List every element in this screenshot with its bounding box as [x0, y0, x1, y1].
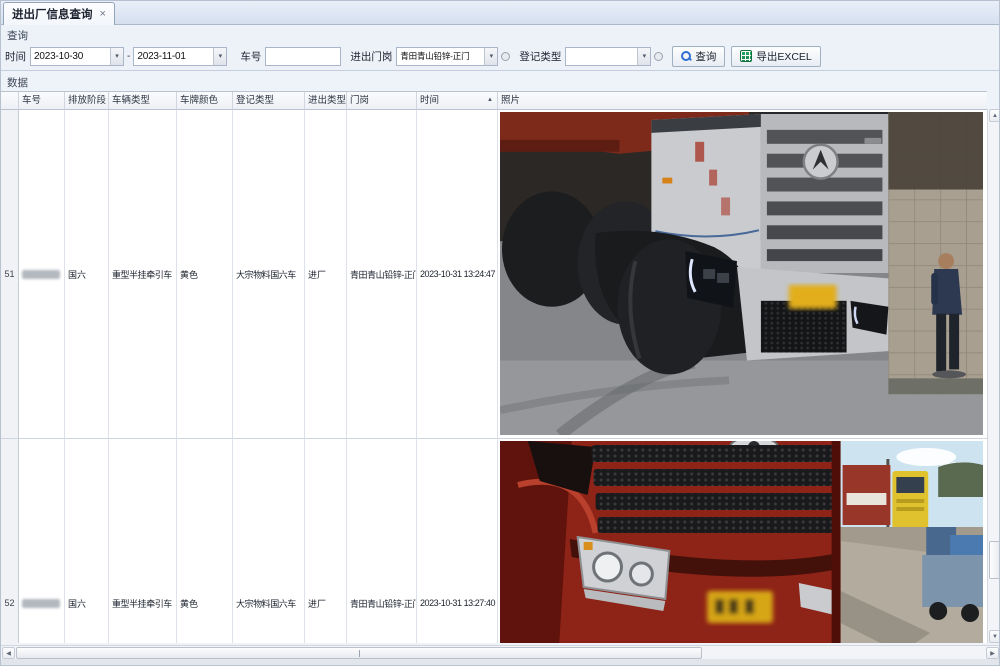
vertical-scrollbar[interactable]: ▲ ▼	[987, 109, 1000, 643]
cell-inout-type: 进厂	[305, 439, 347, 643]
table-row[interactable]: 52 国六 重型半挂牵引车 黄色 大宗物料国六车 进厂 青田青山铅锌-正门 20…	[1, 439, 987, 643]
horizontal-scroll-thumb[interactable]	[16, 647, 702, 659]
date-range-separator: -	[127, 51, 130, 62]
sort-asc-icon: ▲	[487, 92, 493, 109]
cell-plate-color: 黄色	[177, 110, 233, 439]
cell-vehicle-type: 重型半挂牵引车	[109, 110, 177, 439]
cell-emission: 国六	[65, 439, 109, 643]
excel-icon	[740, 50, 752, 62]
row-photo-silver-truck	[500, 112, 983, 435]
scroll-right-icon[interactable]: ▶	[986, 647, 999, 659]
data-grid: 车号 排放阶段 车辆类型 车牌颜色 登记类型 进出类型 门岗 时间 ▲ 照片 5…	[1, 91, 987, 643]
data-group-label: 数据	[1, 72, 1000, 88]
blurred-plate	[22, 599, 60, 608]
cell-vehicle-type: 重型半挂牵引车	[109, 439, 177, 643]
tab-entry-exit-query[interactable]: 进出厂信息查询 ×	[3, 2, 115, 25]
export-excel-button[interactable]: 导出EXCEL	[731, 46, 820, 67]
chevron-down-icon[interactable]: ▾	[484, 48, 497, 65]
cell-time: 2023-10-31 13:27:40	[417, 439, 498, 643]
plate-label: 车号	[240, 49, 261, 64]
col-header-reg-type[interactable]: 登记类型	[233, 92, 305, 110]
scroll-up-icon[interactable]: ▲	[989, 109, 1000, 122]
gate-label: 进出门岗	[350, 49, 392, 64]
scroll-left-icon[interactable]: ◀	[2, 647, 15, 659]
gate-combobox[interactable]: 青田青山铅锌-正门 ▾	[396, 47, 498, 66]
date-to-value: 2023-11-01	[137, 51, 213, 62]
status-bar	[1, 659, 1000, 666]
tab-bar: 进出厂信息查询 ×	[1, 1, 1000, 25]
row-number: 52	[1, 439, 19, 643]
search-button[interactable]: 查询	[672, 46, 725, 67]
date-from-picker[interactable]: 2023-10-30 ▾	[30, 47, 124, 66]
col-header-gate[interactable]: 门岗	[347, 92, 417, 110]
col-header-vehicle-type[interactable]: 车辆类型	[109, 92, 177, 110]
search-icon	[681, 51, 691, 61]
row-number: 51	[1, 110, 19, 439]
app-window: 进出厂信息查询 × 查询 时间 2023-10-30 ▾ - 2023-11-0…	[0, 0, 1000, 666]
cell-photo	[498, 110, 987, 439]
row-indicator-header	[1, 92, 19, 110]
time-label: 时间	[5, 49, 26, 64]
plate-input[interactable]	[265, 47, 341, 66]
query-group-label: 查询	[1, 25, 1000, 41]
col-header-emission[interactable]: 排放阶段	[65, 92, 109, 110]
gate-combo-clear-icon[interactable]	[501, 52, 510, 61]
cell-inout-type: 进厂	[305, 110, 347, 439]
col-header-photo[interactable]: 照片	[498, 92, 987, 110]
query-fields-row: 时间 2023-10-30 ▾ - 2023-11-01 ▾ 车号 进出门岗 青…	[1, 43, 1000, 69]
cell-gate: 青田青山铅锌-正门	[347, 110, 417, 439]
cell-plate-color: 黄色	[177, 439, 233, 643]
vertical-scroll-thumb[interactable]	[989, 541, 1000, 579]
regtype-label: 登记类型	[519, 49, 561, 64]
cell-reg-type: 大宗物料国六车	[233, 110, 305, 439]
col-header-inout-type[interactable]: 进出类型	[305, 92, 347, 110]
chevron-down-icon[interactable]: ▾	[110, 48, 123, 65]
col-header-time-label: 时间	[420, 95, 439, 106]
grid-header-row: 车号 排放阶段 车辆类型 车牌颜色 登记类型 进出类型 门岗 时间 ▲ 照片	[1, 92, 987, 110]
col-header-time[interactable]: 时间 ▲	[417, 92, 498, 110]
chevron-down-icon[interactable]: ▾	[637, 48, 650, 65]
blurred-plate	[22, 270, 60, 279]
search-button-label: 查询	[695, 49, 716, 64]
scroll-down-icon[interactable]: ▼	[989, 630, 1000, 643]
date-from-value: 2023-10-30	[34, 51, 110, 62]
gate-value: 青田青山铅锌-正门	[400, 50, 484, 62]
cell-time: 2023-10-31 13:24:47	[417, 110, 498, 439]
date-to-picker[interactable]: 2023-11-01 ▾	[133, 47, 227, 66]
col-header-plate-color[interactable]: 车牌颜色	[177, 92, 233, 110]
export-button-label: 导出EXCEL	[756, 49, 811, 64]
row-photo-red-truck	[500, 441, 983, 643]
cell-reg-type: 大宗物料国六车	[233, 439, 305, 643]
regtype-combo-clear-icon[interactable]	[654, 52, 663, 61]
table-row[interactable]: 51 国六 重型半挂牵引车 黄色 大宗物料国六车 进厂 青田青山铅锌-正门 20…	[1, 110, 987, 439]
chevron-down-icon[interactable]: ▾	[213, 48, 226, 65]
horizontal-scrollbar[interactable]: ◀ ▶	[1, 645, 1000, 659]
query-panel: 查询 时间 2023-10-30 ▾ - 2023-11-01 ▾ 车号 进出门…	[1, 25, 1000, 71]
col-header-plate[interactable]: 车号	[19, 92, 65, 110]
cell-plate	[19, 110, 65, 439]
cell-plate	[19, 439, 65, 643]
cell-emission: 国六	[65, 110, 109, 439]
cell-gate: 青田青山铅锌-正门	[347, 439, 417, 643]
tab-title: 进出厂信息查询	[12, 6, 93, 22]
regtype-combobox[interactable]: ▾	[565, 47, 651, 66]
tab-close-icon[interactable]: ×	[100, 9, 106, 20]
data-panel-header: 数据	[1, 72, 1000, 91]
cell-photo	[498, 439, 987, 643]
